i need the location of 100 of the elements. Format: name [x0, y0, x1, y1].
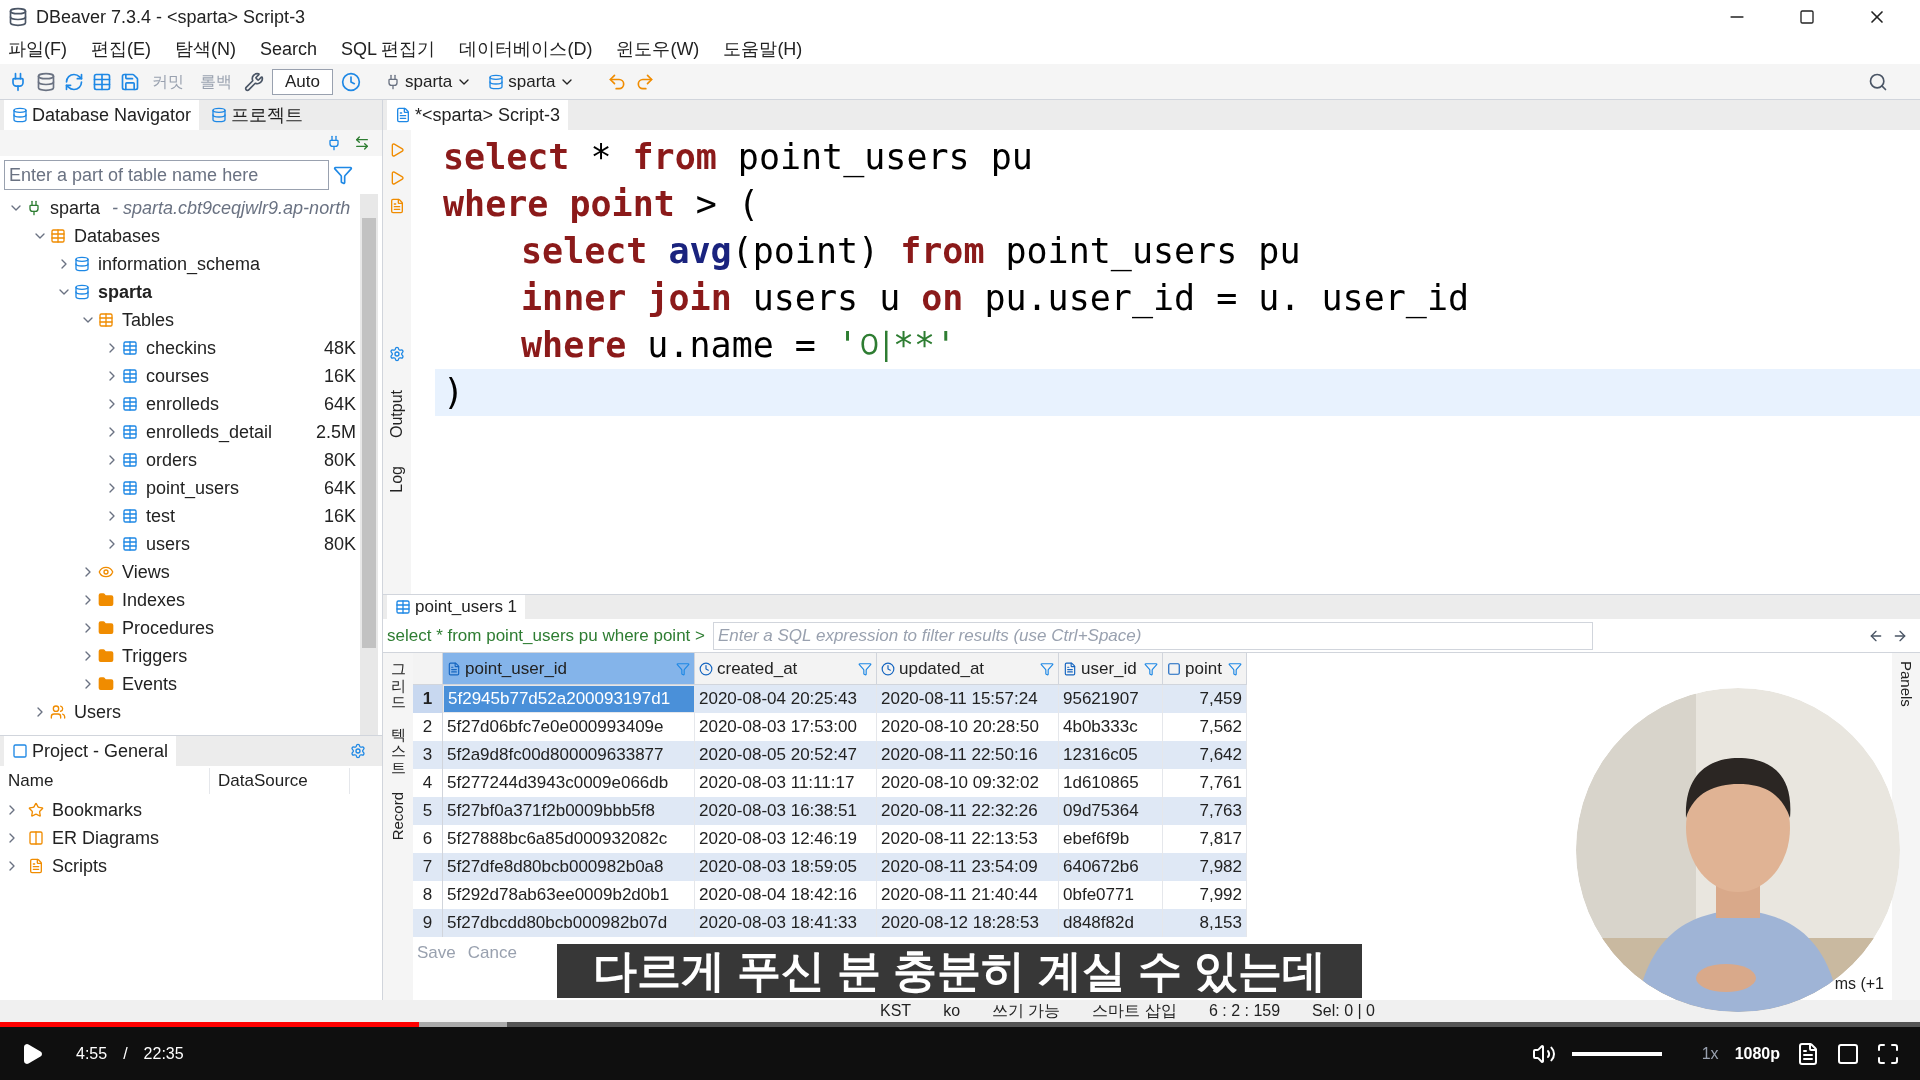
column-header[interactable]: Name [0, 768, 210, 794]
menu-item[interactable]: 탐색(N) [171, 35, 240, 63]
column-header[interactable]: created_at [695, 653, 877, 684]
database-icon[interactable] [36, 71, 56, 92]
table-icon [122, 480, 138, 496]
view-tab[interactable]: Record [386, 792, 410, 841]
table-size: 16K [323, 364, 356, 388]
table-icon [122, 424, 138, 440]
tree-item[interactable]: ER Diagrams [52, 824, 160, 852]
table-icon [122, 340, 138, 356]
menu-item[interactable]: 윈도우(W) [612, 35, 704, 63]
database-icon [74, 256, 90, 272]
fullscreen-icon[interactable] [1876, 1041, 1900, 1066]
row-number[interactable]: 1 [413, 685, 443, 713]
column-header[interactable]: point [1163, 653, 1247, 684]
connection-host: - sparta.cbt9ceqjwlr9.ap-north [112, 196, 351, 220]
row-number[interactable]: 9 [413, 909, 443, 937]
tree-item[interactable]: test [146, 502, 175, 530]
panel-tab[interactable]: Database Navigator [4, 100, 200, 130]
script-folder-icon [28, 858, 44, 874]
transaction-mode-field[interactable]: Auto [272, 68, 333, 95]
result-filter-field[interactable]: Enter a SQL expression to filter results (use Ctrl+Space) [713, 621, 1593, 650]
tree-item[interactable]: Events [122, 670, 178, 698]
editor-tab[interactable]: *<sparta> Script-3 [387, 100, 569, 130]
filter-icon[interactable] [1144, 661, 1158, 676]
current-time: 4:55 [76, 1043, 108, 1064]
new-connection-icon[interactable] [326, 135, 342, 151]
panels-tab[interactable]: Panels [1894, 661, 1918, 707]
tree-item[interactable]: Users [74, 698, 121, 726]
panel-tab[interactable]: Project - General [4, 736, 177, 766]
tree-item[interactable]: Databases [74, 222, 161, 250]
table-filter-field[interactable]: Enter a part of table name here [4, 160, 329, 190]
tree-item[interactable]: Bookmarks [52, 796, 143, 824]
column-header[interactable]: DataSource [210, 768, 350, 794]
tree-item[interactable]: courses [146, 362, 210, 390]
restore-icon[interactable] [1799, 9, 1815, 25]
view-tab[interactable]: 텍스트 [390, 726, 406, 776]
settings-icon[interactable] [350, 743, 366, 759]
menu-item[interactable]: SQL 편집기 [337, 35, 440, 63]
window-title: DBeaver 7.3.4 - <sparta> Script-3 [36, 5, 306, 29]
filter-icon[interactable] [858, 661, 872, 676]
result-tab[interactable]: point_users 1 [387, 595, 526, 619]
menu-item[interactable]: 파일(F) [4, 35, 71, 63]
code-line: select * from point_users pu [442, 136, 1034, 180]
table-size: 16K [323, 504, 356, 528]
code-line: inner join users u on pu.user_id = u. user_id [520, 277, 1471, 321]
tree-item[interactable]: sparta [98, 278, 153, 306]
tree-item[interactable]: point_users [146, 474, 240, 502]
settings-icon[interactable] [389, 346, 405, 362]
speed-button[interactable]: 1x [1701, 1041, 1719, 1066]
script-icon [395, 107, 411, 123]
schema-selector[interactable]: sparta [508, 68, 556, 95]
scrollbar[interactable] [360, 194, 378, 735]
filter-icon[interactable] [1228, 661, 1242, 676]
status-field: 6 : 2 : 159 [1208, 999, 1281, 1023]
tree-item[interactable]: Triggers [122, 642, 188, 670]
search-icon[interactable] [1868, 71, 1888, 92]
menu-item[interactable]: 데이터베이스(D) [455, 35, 597, 63]
tree-item[interactable]: information_schema [98, 250, 261, 278]
table-icon [395, 599, 411, 615]
table-size: 64K [323, 476, 356, 500]
tree-item[interactable]: Indexes [122, 586, 186, 614]
filter-icon[interactable] [333, 165, 353, 185]
table-size: 2.5M [315, 420, 356, 444]
tree-item[interactable]: Procedures [122, 614, 215, 642]
wrench-icon[interactable] [244, 71, 264, 92]
tree-item[interactable]: enrolleds_detail [146, 418, 273, 446]
volume-slider[interactable] [1571, 1051, 1662, 1056]
column-header[interactable]: user_id [1059, 653, 1163, 684]
menu-item[interactable]: 도움말(H) [719, 35, 807, 63]
tree-item[interactable]: Views [122, 558, 170, 586]
clock-icon [699, 661, 713, 676]
tree-item[interactable]: orders [146, 446, 198, 474]
status-field: Sel: 0 | 0 [1312, 999, 1375, 1023]
side-tab[interactable]: Log [385, 466, 409, 493]
side-tab[interactable]: Output [385, 390, 409, 439]
table-cell: 2020-08-12 18:28:53 [877, 909, 1059, 937]
history-icon[interactable] [341, 71, 361, 92]
tree-item[interactable]: sparta [50, 194, 101, 222]
column-header[interactable]: updated_at [877, 653, 1059, 684]
menu-item[interactable]: Search [256, 35, 322, 63]
eye-icon [98, 564, 114, 580]
save-icon[interactable] [120, 71, 140, 92]
refresh-icon[interactable] [64, 71, 84, 92]
tree-item[interactable]: checkins [146, 334, 217, 362]
tree-item[interactable]: users [146, 530, 190, 558]
diagram-folder-icon [28, 830, 44, 846]
tree-item[interactable]: enrolleds [146, 390, 220, 418]
filter-icon[interactable] [1040, 661, 1054, 676]
database-icon [74, 284, 90, 300]
tree-item[interactable]: Tables [122, 306, 175, 334]
table-icon [122, 536, 138, 552]
quality-button[interactable]: 1080p [1734, 1041, 1780, 1066]
table-icon[interactable] [92, 71, 112, 92]
view-tab[interactable]: 그리드 [390, 661, 406, 711]
tree-item[interactable]: Scripts [52, 852, 107, 880]
menu-item[interactable]: 편집(E) [87, 35, 155, 63]
link-icon[interactable] [354, 135, 370, 151]
datasource-selector[interactable]: sparta [405, 68, 453, 95]
column-header[interactable]: point_user_id [443, 653, 695, 684]
